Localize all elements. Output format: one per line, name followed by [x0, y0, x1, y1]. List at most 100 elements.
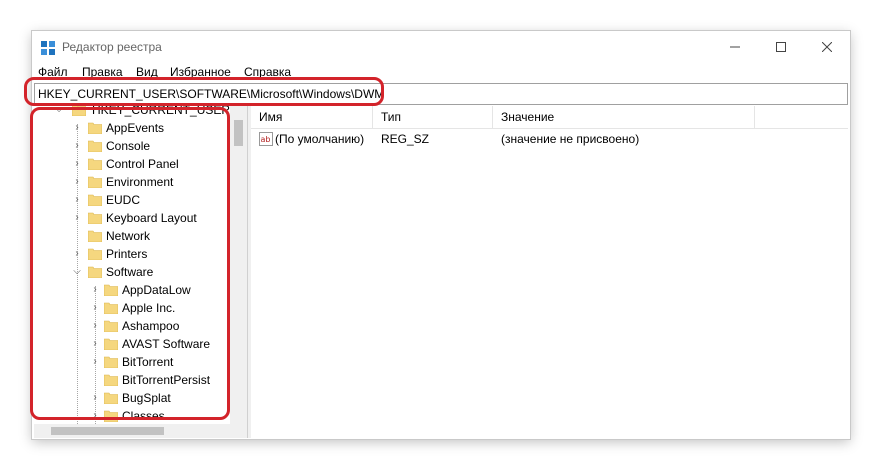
close-icon [822, 42, 832, 52]
chevron-right-icon: › [93, 302, 97, 313]
chevron-right-icon: › [75, 140, 79, 151]
tree-item-appdatalow[interactable]: › AppDataLow [34, 281, 234, 299]
folder-icon [104, 392, 118, 404]
folder-icon [104, 356, 118, 368]
chevron-right-icon: › [93, 284, 97, 295]
folder-icon [72, 106, 86, 116]
tree-item-bittorrentpersist[interactable]: BitTorrentPersist [34, 371, 234, 389]
tree-item-printers[interactable]: › Printers [34, 245, 234, 263]
menu-help[interactable]: Справка [244, 65, 291, 79]
tree-item-label: EUDC [106, 193, 141, 207]
column-header-name[interactable]: Имя [251, 106, 373, 128]
maximize-button[interactable] [758, 31, 804, 63]
tree-item-ashampoo[interactable]: › Ashampoo [34, 317, 234, 335]
folder-icon [88, 266, 102, 278]
tree-item-label: Printers [106, 247, 148, 261]
tree-item-label: BugSplat [122, 391, 171, 405]
tree-item-label: HKEY_CURRENT_USER [92, 106, 231, 117]
folder-icon [88, 194, 102, 206]
tree-item-label: Console [106, 139, 151, 153]
menu-favorites[interactable]: Избранное [170, 65, 231, 79]
chevron-right-icon: › [75, 194, 79, 205]
folder-icon [88, 140, 102, 152]
folder-icon [88, 122, 102, 134]
tree-item-console[interactable]: › Console [34, 137, 234, 155]
chevron-right-icon: › [75, 212, 79, 223]
tree-item-environment[interactable]: › Environment [34, 173, 234, 191]
tree-item-root[interactable]: ⌵ HKEY_CURRENT_USER [34, 106, 234, 119]
chevron-down-icon: ⌵ [73, 266, 81, 277]
tree-vertical-scrollbar[interactable] [230, 106, 247, 424]
chevron-right-icon: › [75, 248, 79, 259]
folder-icon [104, 320, 118, 332]
column-header-value[interactable]: Значение [493, 106, 755, 128]
tree-item-label: AppEvents [106, 121, 165, 135]
tree-item-eudc[interactable]: › EUDC [34, 191, 234, 209]
folder-icon [104, 410, 118, 422]
registry-tree: ⌵ HKEY_CURRENT_USER › AppEvents › Consol… [34, 106, 247, 438]
folder-icon [88, 230, 102, 242]
tree-item-avast-software[interactable]: › AVAST Software [34, 335, 234, 353]
tree-item-label: Software [106, 265, 154, 279]
folder-icon [88, 212, 102, 224]
value-name: (По умолчанию) [275, 132, 365, 146]
table-row[interactable]: ab (По умолчанию) REG_SZ (значение не пр… [251, 130, 848, 148]
folder-icon [104, 302, 118, 314]
folder-icon [104, 374, 118, 386]
registry-app-icon [41, 41, 55, 55]
tree-item-label: Network [106, 229, 151, 243]
menu-view[interactable]: Вид [136, 65, 158, 79]
list-header: Имя Тип Значение [251, 106, 848, 129]
address-path: HKEY_CURRENT_USER\SOFTWARE\Microsoft\Win… [38, 87, 385, 101]
chevron-right-icon: › [93, 392, 97, 403]
tree-item-label: Keyboard Layout [106, 211, 197, 225]
window-title: Редактор реестра [62, 40, 162, 54]
tree-item-label: AppDataLow [122, 283, 191, 297]
chevron-right-icon: › [75, 176, 79, 187]
folder-icon [88, 158, 102, 170]
tree-item-label: Classes [122, 409, 165, 423]
tree-item-bittorrent[interactable]: › BitTorrent [34, 353, 234, 371]
tree-item-software[interactable]: ⌵ Software [34, 263, 234, 281]
value-data: (значение не присвоено) [501, 132, 640, 146]
scrollbar-thumb[interactable] [51, 427, 164, 435]
tree-item-control-panel[interactable]: › Control Panel [34, 155, 234, 173]
chevron-right-icon: › [93, 410, 97, 421]
tree-item-label: BitTorrent [122, 355, 174, 369]
column-header-type[interactable]: Тип [373, 106, 493, 128]
scrollbar-thumb[interactable] [234, 120, 243, 146]
values-list: Имя Тип Значение ab (По умолчанию) REG_S… [251, 106, 848, 438]
tree-item-label: Apple Inc. [122, 301, 176, 315]
svg-text:ab: ab [261, 135, 271, 144]
chevron-right-icon: › [75, 158, 79, 169]
tree-item-network[interactable]: Network [34, 227, 234, 245]
chevron-right-icon: › [75, 122, 79, 133]
tree-horizontal-scrollbar[interactable] [34, 424, 247, 438]
address-bar[interactable]: HKEY_CURRENT_USER\SOFTWARE\Microsoft\Win… [34, 83, 848, 105]
tree-item-label: BitTorrentPersist [122, 373, 211, 387]
chevron-right-icon: › [93, 338, 97, 349]
chevron-right-icon: › [93, 320, 97, 331]
tree-item-label: AVAST Software [122, 337, 211, 351]
folder-icon [88, 176, 102, 188]
string-value-icon: ab [259, 132, 273, 146]
value-type: REG_SZ [381, 132, 430, 146]
tree-item-apple-inc[interactable]: › Apple Inc. [34, 299, 234, 317]
menu-edit[interactable]: Правка [82, 65, 123, 79]
tree-item-label: Environment [106, 175, 174, 189]
minimize-icon [730, 46, 740, 48]
folder-icon [104, 284, 118, 296]
chevron-right-icon: › [93, 356, 97, 367]
minimize-button[interactable] [712, 31, 758, 63]
tree-item-classes[interactable]: › Classes [34, 407, 234, 425]
title-bar: Редактор реестра [32, 31, 850, 63]
tree-item-bugsplat[interactable]: › BugSplat [34, 389, 234, 407]
tree-item-label: Control Panel [106, 157, 179, 171]
menu-file[interactable]: Файл [38, 65, 68, 79]
tree-item-appevents[interactable]: › AppEvents [34, 119, 234, 137]
close-button[interactable] [804, 31, 850, 63]
menu-bar: Файл Правка Вид Избранное Справка [32, 63, 850, 81]
tree-item-keyboard-layout[interactable]: › Keyboard Layout [34, 209, 234, 227]
chevron-down-icon: ⌵ [55, 106, 63, 115]
registry-editor-window: Редактор реестра Файл Правка Вид Избранн… [32, 31, 850, 439]
